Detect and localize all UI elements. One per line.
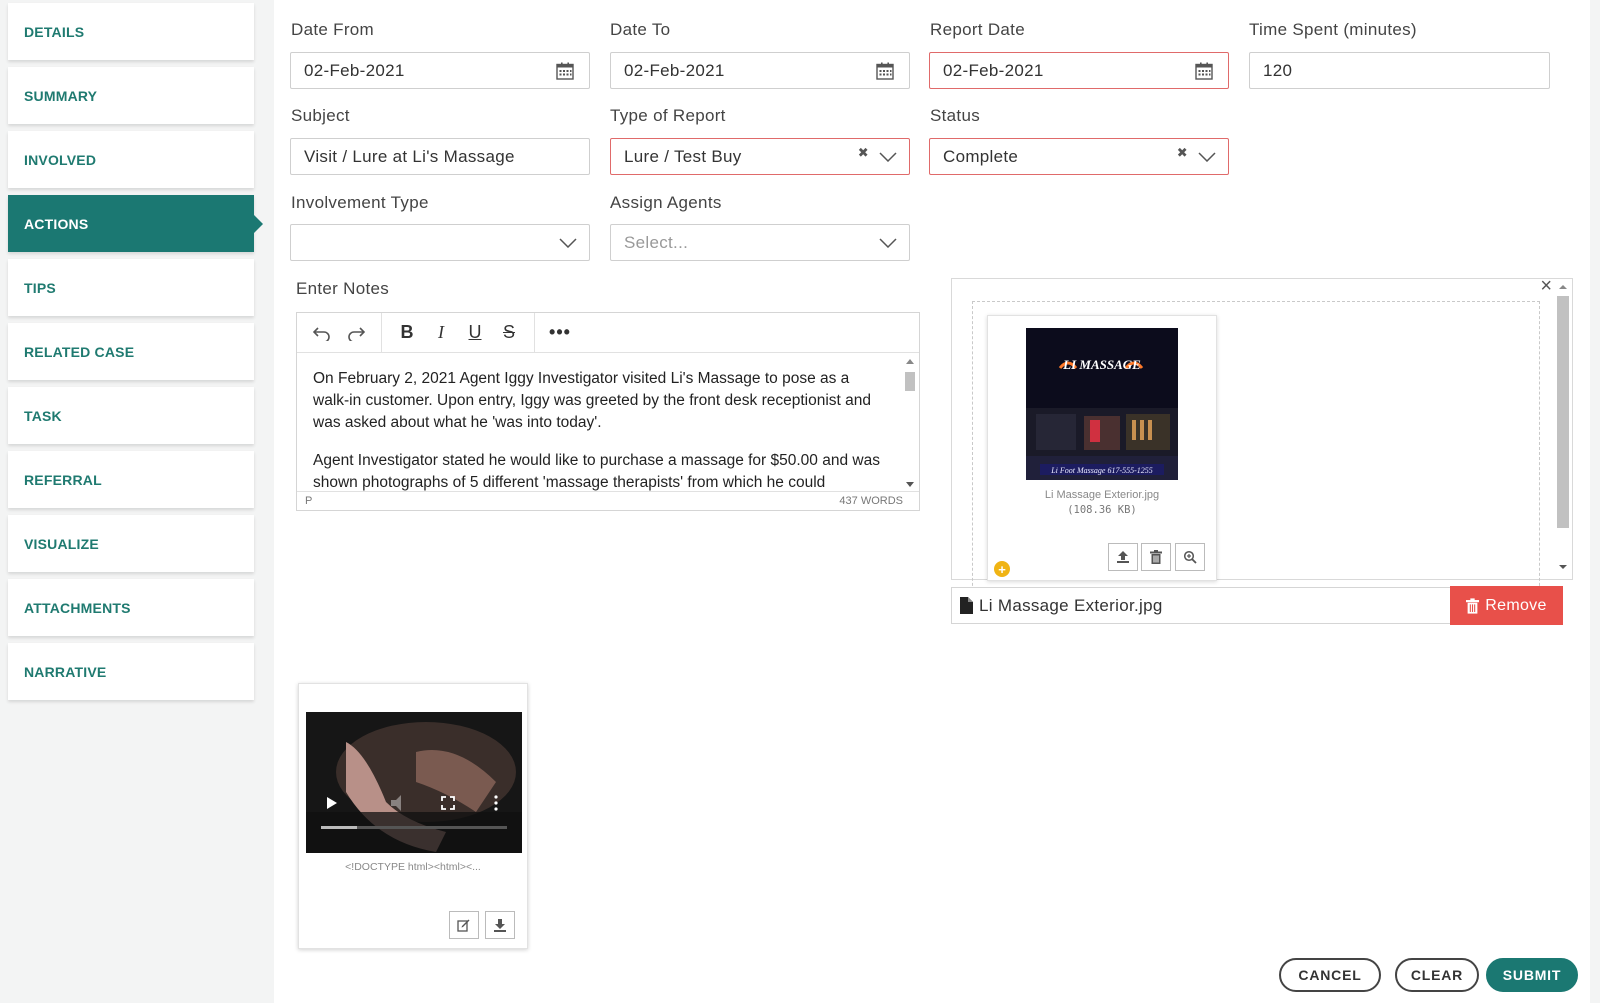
- notes-editor[interactable]: B I U S ••• On February 2, 2021 Agent Ig…: [296, 312, 920, 511]
- clear-button[interactable]: CLEAR: [1395, 958, 1479, 992]
- clear-icon[interactable]: ✖: [858, 145, 869, 161]
- trash-icon: [1150, 550, 1162, 564]
- chevron-down-icon[interactable]: [559, 237, 577, 248]
- word-count: 437 WORDS: [839, 495, 903, 507]
- zoom-in-icon: [1183, 550, 1197, 564]
- sidebar: DETAILS SUMMARY INVOLVED ACTIONS TIPS RE…: [0, 0, 263, 1003]
- file-icon: [960, 597, 973, 614]
- zoom-button[interactable]: [1175, 543, 1205, 571]
- subject-label: Subject: [291, 106, 350, 125]
- sidebar-item-task[interactable]: TASK: [8, 387, 254, 444]
- status-value: Complete: [943, 146, 1019, 166]
- type-of-report-select[interactable]: Lure / Test Buy ✖: [610, 138, 910, 175]
- report-date-field[interactable]: 02-Feb-2021: [929, 52, 1229, 89]
- redo-icon[interactable]: [339, 318, 373, 348]
- sign-text: LI MASSAGE: [1062, 357, 1141, 372]
- undo-icon[interactable]: [305, 318, 339, 348]
- remove-label: Remove: [1485, 596, 1547, 614]
- editor-statusbar: P 437 WORDS: [297, 491, 919, 510]
- download-icon: [494, 919, 506, 932]
- notes-paragraph: Agent Investigator stated he would like …: [313, 452, 880, 491]
- close-icon[interactable]: ×: [1540, 275, 1552, 298]
- date-from-label: Date From: [291, 20, 374, 39]
- status-select[interactable]: Complete ✖: [929, 138, 1229, 175]
- italic-icon[interactable]: I: [424, 318, 458, 348]
- video-caption: <!DOCTYPE html><html><...: [345, 861, 481, 873]
- more-vertical-icon[interactable]: [494, 795, 498, 811]
- chevron-down-icon[interactable]: [879, 237, 897, 248]
- editor-toolbar: B I U S •••: [297, 313, 919, 353]
- sidebar-item-details[interactable]: DETAILS: [8, 3, 254, 60]
- image-thumbnail-card: LI MASSAGE Li Foot Massage 617-555-1255 …: [987, 315, 1217, 581]
- type-of-report-value: Lure / Test Buy: [624, 146, 742, 166]
- notes-paragraph: On February 2, 2021 Agent Iggy Investiga…: [313, 370, 871, 431]
- editor-scrollbar[interactable]: [901, 354, 919, 492]
- plus-icon[interactable]: +: [994, 561, 1010, 577]
- sidebar-item-referral[interactable]: REFERRAL: [8, 451, 254, 508]
- date-from-field[interactable]: 02-Feb-2021: [290, 52, 590, 89]
- sidebar-item-narrative[interactable]: NARRATIVE: [8, 643, 254, 700]
- calendar-icon[interactable]: [555, 61, 575, 81]
- sidebar-item-related-case[interactable]: RELATED CASE: [8, 323, 254, 380]
- date-to-label: Date To: [610, 20, 671, 39]
- download-button[interactable]: [485, 911, 515, 939]
- involvement-type-label: Involvement Type: [291, 193, 429, 212]
- strikethrough-icon[interactable]: S: [492, 318, 526, 348]
- date-to-field[interactable]: 02-Feb-2021: [610, 52, 910, 89]
- time-spent-value: 120: [1263, 60, 1293, 80]
- sidebar-item-tips[interactable]: TIPS: [8, 259, 254, 316]
- thumbnail-filename: Li Massage Exterior.jpg: [1044, 489, 1160, 501]
- storefront-caption: Li Foot Massage 617-555-1255: [1050, 466, 1153, 475]
- actions-form: Date From 02-Feb-2021 Date To 02-Feb-202…: [274, 0, 1590, 1003]
- notes-label: Enter Notes: [296, 279, 390, 298]
- report-date-label: Report Date: [930, 20, 1025, 39]
- sidebar-item-summary[interactable]: SUMMARY: [8, 67, 254, 124]
- image-preview[interactable]: LI MASSAGE Li Foot Massage 617-555-1255: [1026, 328, 1178, 480]
- assign-agents-placeholder: Select...: [624, 232, 689, 252]
- notes-content[interactable]: On February 2, 2021 Agent Iggy Investiga…: [297, 354, 901, 492]
- date-to-value: 02-Feb-2021: [624, 60, 725, 80]
- assign-agents-select[interactable]: Select...: [610, 224, 910, 261]
- time-spent-input[interactable]: 120: [1249, 52, 1550, 89]
- path-indicator: P: [305, 495, 313, 507]
- report-date-value: 02-Feb-2021: [943, 60, 1044, 80]
- underline-icon[interactable]: U: [458, 318, 492, 348]
- chevron-down-icon[interactable]: [879, 151, 897, 162]
- status-label: Status: [930, 106, 980, 125]
- thumbnail-filesize: (108.36 KB): [1067, 504, 1137, 516]
- bold-icon[interactable]: B: [390, 318, 424, 348]
- upload-scrollbar[interactable]: [1554, 279, 1572, 579]
- video-attachment-card: <!DOCTYPE html><html><...: [298, 683, 528, 949]
- upload-icon: [1117, 551, 1129, 563]
- sidebar-item-attachments[interactable]: ATTACHMENTS: [8, 579, 254, 636]
- image-upload-panel: × LI MASSAGE Li Foot Massage 617-555-125…: [951, 275, 1573, 601]
- edit-icon: [457, 919, 470, 932]
- more-icon[interactable]: •••: [543, 318, 577, 348]
- cancel-button[interactable]: CANCEL: [1279, 958, 1381, 992]
- upload-button[interactable]: [1108, 543, 1138, 571]
- selected-file-row: Li Massage Exterior.jpg Remove: [951, 586, 1563, 625]
- chevron-down-icon[interactable]: [1198, 151, 1216, 162]
- date-from-value: 02-Feb-2021: [304, 60, 405, 80]
- time-spent-label: Time Spent (minutes): [1249, 20, 1417, 39]
- subject-input[interactable]: Visit / Lure at Li's Massage: [290, 138, 590, 175]
- clear-icon[interactable]: ✖: [1177, 145, 1188, 161]
- calendar-icon[interactable]: [1194, 61, 1214, 81]
- calendar-icon[interactable]: [875, 61, 895, 81]
- type-of-report-label: Type of Report: [610, 106, 726, 125]
- assign-agents-label: Assign Agents: [610, 193, 722, 212]
- submit-button[interactable]: SUBMIT: [1486, 958, 1578, 992]
- video-player[interactable]: [306, 712, 522, 853]
- sidebar-item-visualize[interactable]: VISUALIZE: [8, 515, 254, 572]
- selected-file-name: Li Massage Exterior.jpg: [979, 595, 1163, 615]
- remove-button[interactable]: Remove: [1450, 586, 1563, 625]
- sidebar-item-actions[interactable]: ACTIONS: [8, 195, 263, 252]
- involvement-type-select[interactable]: [290, 224, 590, 261]
- delete-button[interactable]: [1141, 543, 1171, 571]
- subject-value: Visit / Lure at Li's Massage: [304, 146, 515, 166]
- edit-button[interactable]: [449, 911, 479, 939]
- sidebar-item-involved[interactable]: INVOLVED: [8, 131, 254, 188]
- trash-icon: [1466, 597, 1480, 614]
